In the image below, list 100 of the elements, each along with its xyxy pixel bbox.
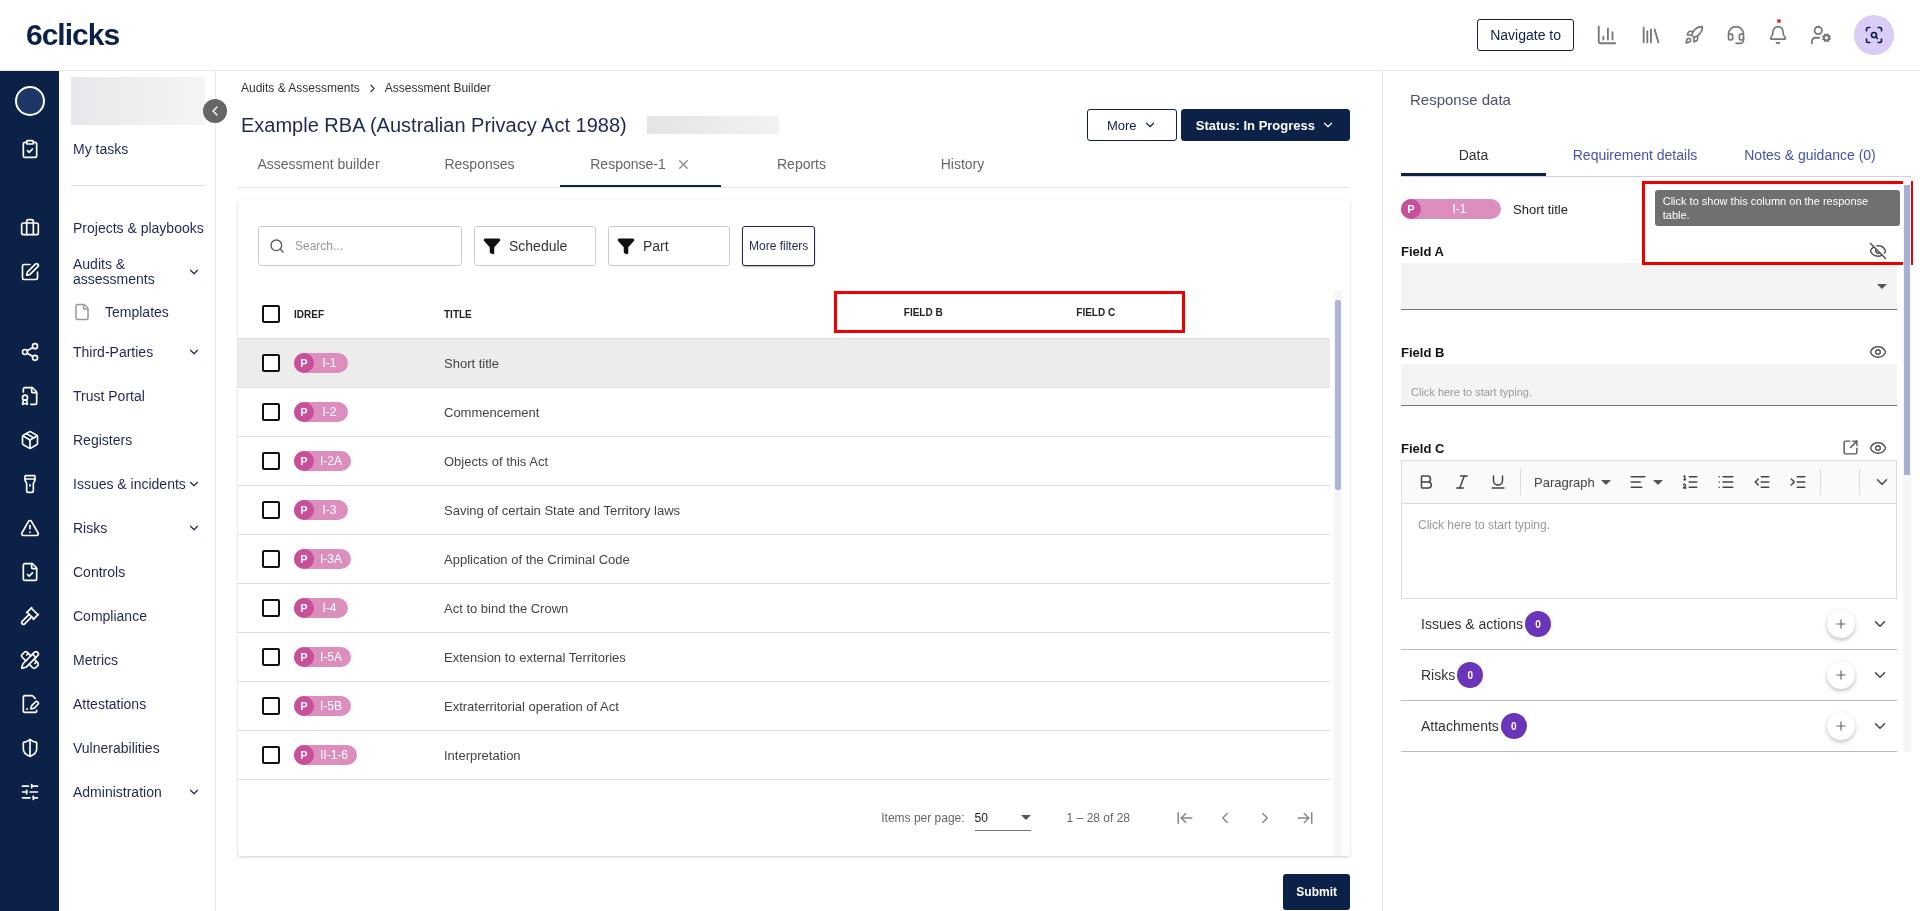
tab[interactable]: Data xyxy=(1401,136,1546,176)
section-label: Attachments xyxy=(1421,718,1499,734)
sidebar-item[interactable]: Issues & incidents xyxy=(59,476,215,492)
checkbox[interactable] xyxy=(262,354,280,372)
sidebar-item[interactable]: Trust Portal xyxy=(59,388,215,404)
accordion-section[interactable]: Risks 0 xyxy=(1401,650,1897,701)
bell-icon[interactable] xyxy=(1768,25,1788,45)
sidebar-item[interactable]: Third-Parties xyxy=(59,344,215,360)
rocket-icon[interactable] xyxy=(1684,25,1704,45)
table-row[interactable]: P I-2A Objects of this Act xyxy=(238,437,1330,486)
input-field[interactable]: Click here to start typing. xyxy=(1401,364,1897,406)
table-row[interactable]: P I-1 Short title xyxy=(238,339,1330,388)
sidebar-subitem[interactable]: Templates xyxy=(59,303,215,321)
section-label: Issues & actions xyxy=(1421,616,1523,632)
column-header: FIELD C xyxy=(1076,306,1116,318)
bullet-list-icon xyxy=(1716,473,1735,491)
breadcrumb-link[interactable]: Audits & Assessments xyxy=(241,81,360,95)
table-row[interactable]: P I-5B Extraterritorial operation of Act xyxy=(238,682,1330,731)
checkbox[interactable] xyxy=(262,452,280,470)
count-badge: 0 xyxy=(1524,611,1551,637)
menu-icon xyxy=(19,430,40,450)
numbered-list-icon xyxy=(1680,473,1699,491)
sidebar-item[interactable]: Metrics xyxy=(59,652,215,668)
external-link-icon[interactable] xyxy=(1841,439,1859,456)
table-row[interactable]: P I-2 Commencement xyxy=(238,388,1330,437)
eye-icon[interactable] xyxy=(1868,343,1887,361)
tab[interactable]: Reports xyxy=(721,143,882,187)
more-filters-button[interactable]: More filters xyxy=(742,226,816,266)
table-row[interactable]: P I-5A Extension to external Territories xyxy=(238,633,1330,682)
checkbox[interactable] xyxy=(262,305,280,323)
idref-tag: P I-2 xyxy=(294,402,348,422)
checkbox[interactable] xyxy=(262,697,280,715)
tab[interactable]: History xyxy=(882,143,1043,187)
sidebar-item[interactable]: Controls xyxy=(59,564,215,580)
italic-icon xyxy=(1453,473,1471,491)
idref-tag: P I-3 xyxy=(294,500,348,520)
accordion-section[interactable]: Attachments 0 xyxy=(1401,701,1897,752)
checkbox[interactable] xyxy=(262,403,280,421)
search-field[interactable]: Search... xyxy=(258,226,462,266)
table-row[interactable]: P I-3A Application of the Criminal Code xyxy=(238,535,1330,584)
idref-tag: P II-1-6 xyxy=(294,745,357,765)
headset-icon[interactable] xyxy=(1726,25,1746,45)
table-cell-text: Short title xyxy=(443,355,500,371)
file-icon xyxy=(73,303,91,321)
plus-icon xyxy=(1833,617,1848,631)
navigate-button[interactable]: Navigate to xyxy=(1477,19,1574,51)
sidebar-item[interactable]: Vulnerabilities xyxy=(59,740,215,756)
count-badge: 0 xyxy=(1457,662,1484,688)
table-cell-text: Extension to external Territories xyxy=(443,649,627,665)
avatar xyxy=(14,86,45,116)
filter-icon xyxy=(483,237,501,255)
count-badge: 0 xyxy=(1500,713,1527,739)
profile-button[interactable] xyxy=(1854,15,1894,55)
sidebar-item[interactable]: Audits & assessments xyxy=(59,257,215,287)
sidebar-item[interactable]: Administration xyxy=(59,784,215,800)
tab[interactable]: Response-1 xyxy=(560,143,721,187)
sidebar-item[interactable]: Projects & playbooks xyxy=(59,220,215,236)
submit-button[interactable]: Submit xyxy=(1283,874,1350,910)
menu-icon xyxy=(19,386,40,406)
idref-tag: P I-5A xyxy=(294,647,351,667)
checkbox[interactable] xyxy=(262,746,280,764)
page-size-select[interactable]: 50 xyxy=(974,805,1031,831)
tab[interactable]: Assessment builder xyxy=(238,143,399,187)
user-settings-icon[interactable] xyxy=(1810,24,1832,46)
table-row[interactable]: P I-3 Saving of certain State and Territory laws xyxy=(238,486,1330,535)
tab[interactable]: Responses xyxy=(399,143,560,187)
accordion-section[interactable]: Issues & actions 0 xyxy=(1401,599,1897,650)
table-cell-text: Interpretation xyxy=(443,747,522,763)
rich-text-editor[interactable]: Paragraph Click here to start typing. xyxy=(1401,460,1897,599)
table-row[interactable]: P II-1-6 Interpretation xyxy=(238,731,1330,780)
eye-off-icon[interactable] xyxy=(1868,242,1887,260)
menu-icon xyxy=(19,650,40,670)
field-label: Field B xyxy=(1401,344,1445,360)
tab[interactable]: Requirement details xyxy=(1546,136,1724,176)
table-row[interactable]: P I-4 Act to bind the Crown xyxy=(238,584,1330,633)
breadcrumb-link[interactable]: Assessment Builder xyxy=(384,81,491,95)
eye-icon[interactable] xyxy=(1868,439,1887,457)
sidebar-item[interactable]: Registers xyxy=(59,432,215,448)
checkbox[interactable] xyxy=(262,599,280,617)
checkbox[interactable] xyxy=(262,648,280,666)
block-style-select[interactable]: Paragraph xyxy=(1529,471,1616,493)
checkbox[interactable] xyxy=(262,550,280,568)
column-header: IDREF xyxy=(294,308,324,320)
library-icon[interactable] xyxy=(1640,24,1662,46)
filter-button[interactable]: Schedule xyxy=(474,226,596,266)
more-button[interactable]: More xyxy=(1086,109,1177,141)
chart-icon[interactable] xyxy=(1596,24,1618,46)
search-icon xyxy=(269,238,285,254)
sidebar-item[interactable]: Compliance xyxy=(59,608,215,624)
sidebar-item[interactable]: Attestations xyxy=(59,696,215,712)
filter-button[interactable]: Part xyxy=(608,226,730,266)
status-button[interactable]: Status: In Progress xyxy=(1180,109,1350,141)
filter-icon xyxy=(617,237,635,255)
tab[interactable]: Notes & guidance (0) xyxy=(1724,136,1896,176)
sidebar-item[interactable]: Risks xyxy=(59,520,215,536)
menu-icon xyxy=(19,218,40,238)
checkbox[interactable] xyxy=(262,501,280,519)
sidebar-item[interactable]: My tasks xyxy=(59,141,215,157)
dropdown-field[interactable] xyxy=(1401,263,1897,310)
collapse-button[interactable] xyxy=(203,99,227,123)
